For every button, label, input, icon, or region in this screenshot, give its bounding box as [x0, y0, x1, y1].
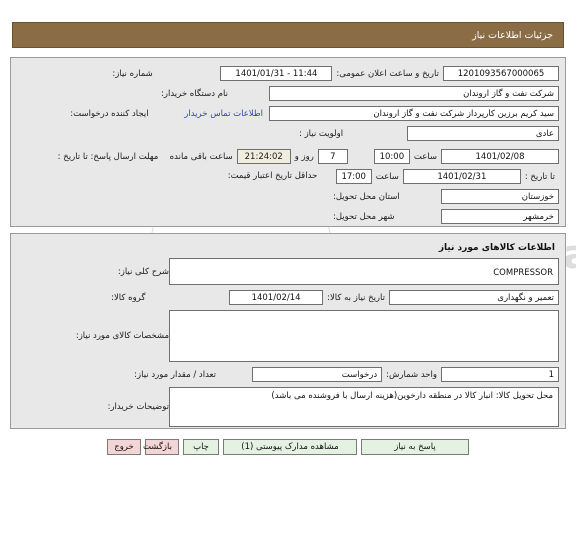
- row-need-number: شماره نیاز: 1201093567000065 تاریخ و ساع…: [17, 65, 559, 82]
- need-number-value: 1201093567000065: [443, 66, 559, 81]
- buyer-notes-label: توضیحات خریدار:: [107, 402, 169, 412]
- days-word-label: روز و: [294, 151, 314, 162]
- specs-value: [169, 310, 559, 362]
- buyer-contact-link[interactable]: اطلاعات تماس خریدار: [178, 109, 269, 119]
- row-quantity: تعداد / مقدار مورد نیاز: 1 واحد شمارش: د…: [17, 366, 559, 383]
- row-city: شهر محل تحویل: خرمشهر: [17, 208, 559, 225]
- view-attachments-button[interactable]: مشاهده مدارک پیوستی (1): [223, 439, 357, 455]
- page-root: ParsNamadData مرکز فرآوری اطلاعات پارس ن…: [0, 0, 576, 557]
- price-hour-value: 17:00: [335, 169, 372, 184]
- back-button[interactable]: بازگشت: [143, 439, 179, 455]
- remaining-days-value: 7: [317, 149, 348, 164]
- reply-hour-value: 10:00: [373, 149, 410, 164]
- price-validity-label: حداقل تاریخ اعتبار قیمت:: [227, 171, 318, 181]
- priority-label: اولویت نیاز :: [299, 128, 344, 139]
- respond-button[interactable]: پاسخ به نیاز: [361, 439, 469, 455]
- buyer-notes-value: محل تحویل کالا: انبار کالا در منطقه دارخ…: [169, 387, 559, 427]
- city-label: شهر محل تحویل:: [333, 211, 395, 222]
- goods-group-value: تعمیر و نگهداری: [389, 290, 559, 305]
- announce-datetime-label: تاریخ و ساعت اعلان عمومی:: [336, 68, 439, 79]
- row-priority: اولویت نیاز : عادی: [17, 125, 559, 142]
- action-button-bar: پاسخ به نیاز مشاهده مدارک پیوستی (1) چاپ…: [0, 439, 576, 455]
- row-province: استان محل تحویل: خوزستان: [17, 188, 559, 205]
- print-button[interactable]: چاپ: [183, 439, 219, 455]
- announce-datetime-value: 1401/01/31 - 11:44: [220, 66, 333, 81]
- unit-label: واحد شمارش:: [386, 369, 437, 380]
- goods-info-panel: اطلاعات کالاهای مورد نیاز شرح کلی نیاز: …: [10, 233, 566, 429]
- need-date-label: تاریخ نیاز به کالا:: [327, 292, 385, 303]
- province-label: استان محل تحویل:: [333, 191, 400, 202]
- city-value: خرمشهر: [441, 209, 559, 224]
- province-value: خوزستان: [441, 189, 559, 204]
- need-info-panel: شماره نیاز: 1201093567000065 تاریخ و ساع…: [10, 57, 566, 227]
- quantity-value: 1: [441, 367, 559, 382]
- buyer-org-label: نام دستگاه خریدار:: [161, 88, 228, 99]
- exit-button[interactable]: خروج: [107, 439, 141, 455]
- requester-value: سید کریم برزین کارپرداز شرکت نفت و گاز ا…: [269, 106, 559, 121]
- row-price-validity: حداقل تاریخ اعتبار قیمت: تا تاریخ : 1401…: [17, 168, 559, 185]
- goods-section-heading: اطلاعات کالاهای مورد نیاز: [438, 243, 555, 253]
- window-title-bar: جزئیات اطلاعات نیاز: [12, 22, 564, 48]
- requester-label: ایجاد کننده درخواست:: [70, 108, 149, 119]
- unit-value: درخواست: [252, 367, 383, 382]
- row-specs: مشخصات کالای مورد نیاز:: [17, 310, 559, 362]
- remaining-text-label: ساعت باقی مانده: [169, 151, 233, 162]
- specs-label: مشخصات کالای مورد نیاز:: [75, 331, 169, 341]
- price-validity-until-label: تا تاریخ :: [524, 171, 555, 182]
- row-general-desc: شرح کلی نیاز: COMPRESSOR: [17, 258, 559, 285]
- general-desc-value: COMPRESSOR: [169, 258, 559, 285]
- reply-hour-label: ساعت: [413, 151, 437, 162]
- price-hour-label: ساعت: [375, 171, 399, 182]
- row-buyer-org: نام دستگاه خریدار: شرکت نفت و گاز اروندا…: [17, 85, 559, 102]
- buyer-org-value: شرکت نفت و گاز اروندان: [269, 86, 559, 101]
- general-desc-label: شرح کلی نیاز:: [117, 266, 169, 277]
- row-buyer-notes: توضیحات خریدار: محل تحویل کالا: انبار کا…: [17, 387, 559, 427]
- row-reply-deadline: مهلت ارسال پاسخ: تا تاریخ : 1401/02/08 س…: [17, 148, 559, 165]
- reply-deadline-label: مهلت ارسال پاسخ: تا تاریخ :: [57, 151, 159, 162]
- row-goods-group: گروه کالا: تعمیر و نگهداری تاریخ نیاز به…: [17, 289, 559, 306]
- need-number-label: شماره نیاز:: [112, 68, 153, 79]
- countdown-timer: 21:24:02: [236, 149, 291, 164]
- need-date-value: 1401/02/14: [229, 290, 324, 305]
- reply-deadline-date: 1401/02/08: [441, 149, 559, 164]
- price-validity-date: 1401/02/31: [402, 169, 521, 184]
- quantity-label: تعداد / مقدار مورد نیاز:: [134, 369, 216, 380]
- page-title: جزئیات اطلاعات نیاز: [472, 29, 553, 41]
- priority-value: عادی: [407, 126, 559, 141]
- row-requester: ایجاد کننده درخواست: سید کریم برزین کارپ…: [17, 105, 559, 122]
- goods-group-label: گروه کالا:: [111, 292, 146, 303]
